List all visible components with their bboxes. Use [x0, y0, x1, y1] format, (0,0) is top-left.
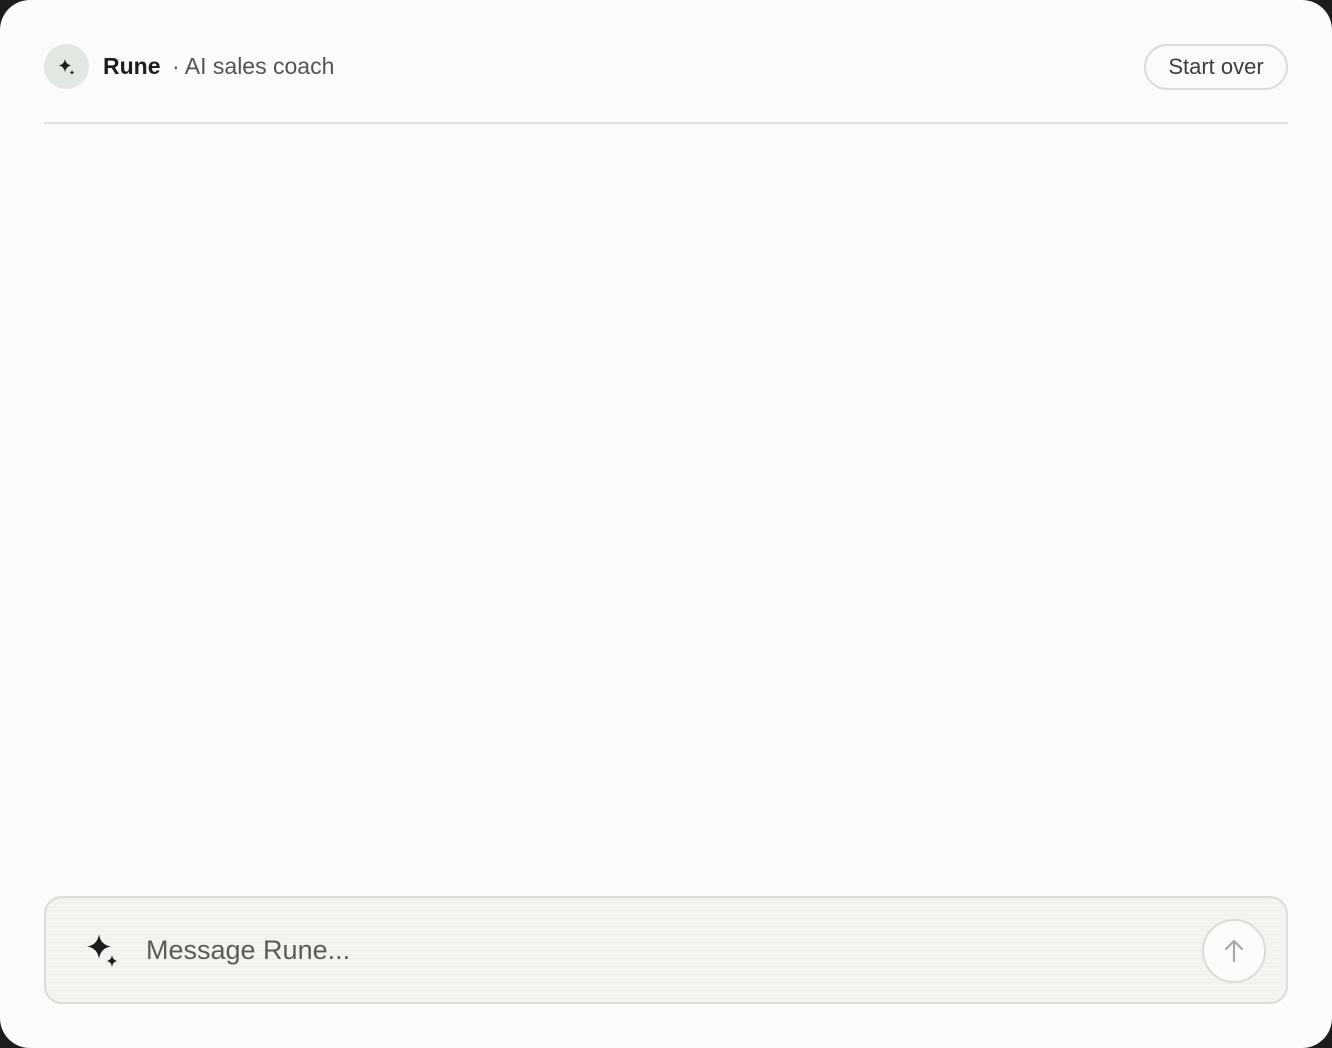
app-name: Rune: [103, 53, 161, 79]
start-over-button[interactable]: Start over: [1144, 44, 1288, 90]
sparkle-icon: [58, 58, 74, 75]
arrow-up-icon: [1224, 939, 1244, 963]
header-divider: [44, 122, 1288, 124]
message-composer: [44, 896, 1288, 1004]
sparkles-icon: [87, 934, 118, 967]
send-button[interactable]: [1202, 919, 1266, 983]
message-input[interactable]: [146, 926, 1166, 974]
header: Rune · AI sales coach Start over: [44, 44, 1288, 90]
app-subtitle: · AI sales coach: [172, 53, 335, 79]
message-list[interactable]: [44, 126, 1288, 896]
chat-window: Rune · AI sales coach Start over: [0, 0, 1332, 1048]
assistant-avatar: [44, 44, 89, 89]
